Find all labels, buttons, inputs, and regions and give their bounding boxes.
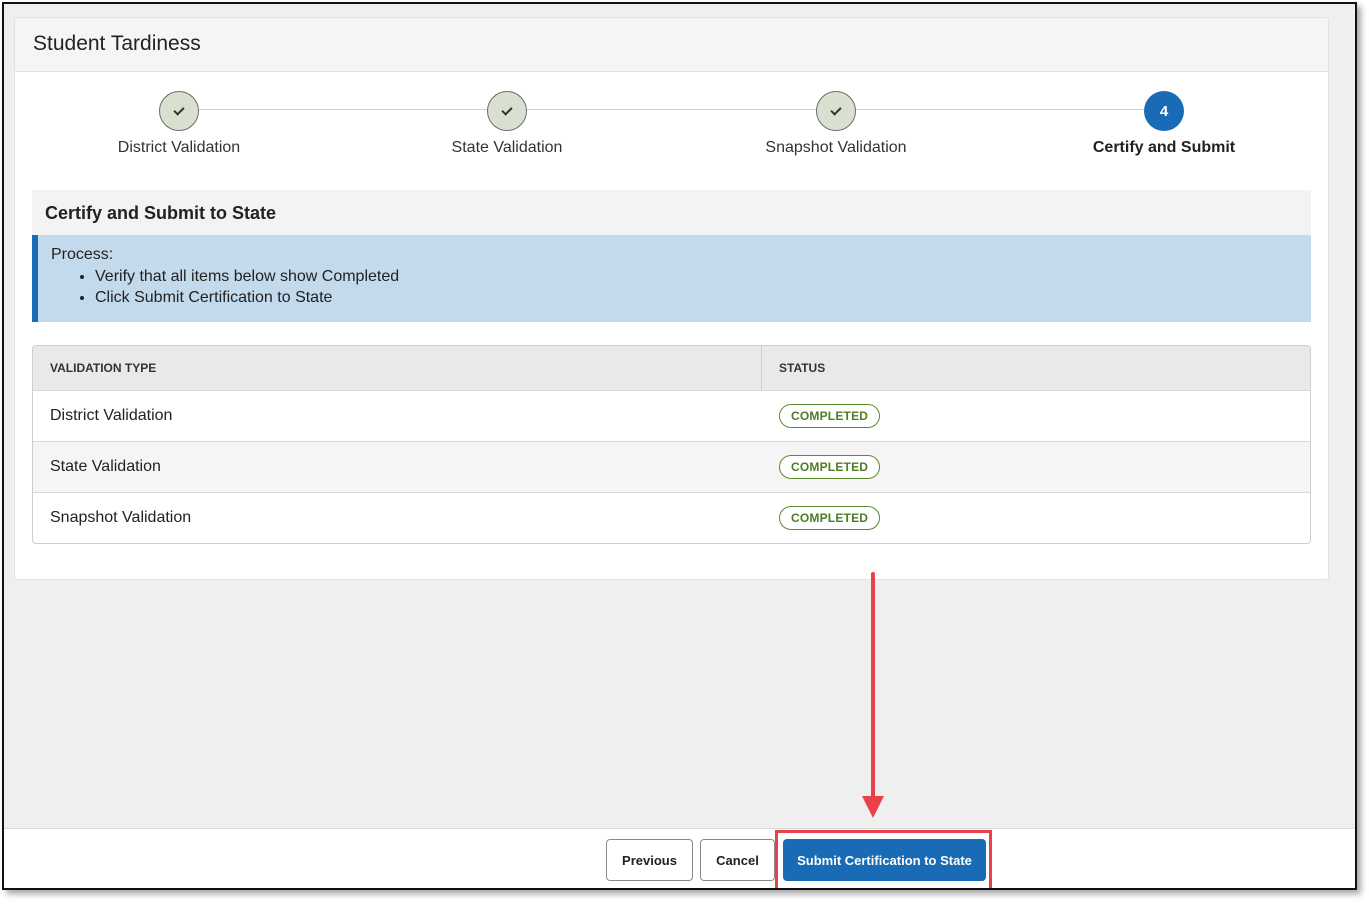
process-list: Verify that all items below show Complet… — [95, 268, 1298, 307]
step-complete-check-icon — [816, 91, 856, 131]
table-header-row: VALIDATION TYPE STATUS — [33, 346, 1310, 390]
app-window: Student Tardiness District Validation St… — [2, 2, 1357, 890]
step-certify-and-submit[interactable]: 4 Certify and Submit — [1034, 91, 1294, 157]
step-number-badge: 4 — [1144, 91, 1184, 131]
previous-button[interactable]: Previous — [606, 839, 693, 881]
step-snapshot-validation[interactable]: Snapshot Validation — [706, 91, 966, 157]
process-item: Verify that all items below show Complet… — [95, 268, 1298, 286]
step-district-validation[interactable]: District Validation — [49, 91, 309, 157]
status-badge: COMPLETED — [779, 455, 881, 479]
stepper-connector — [179, 109, 1164, 110]
column-header-validation-type[interactable]: VALIDATION TYPE — [33, 346, 762, 390]
step-label: Snapshot Validation — [765, 139, 907, 156]
wizard-card: Student Tardiness District Validation St… — [14, 17, 1329, 580]
section-title: Certify and Submit to State — [32, 190, 1311, 235]
cancel-button[interactable]: Cancel — [700, 839, 775, 881]
process-item: Click Submit Certification to State — [95, 289, 1298, 307]
step-label: State Validation — [451, 139, 563, 156]
page-title: Student Tardiness — [15, 18, 1328, 72]
step-complete-check-icon — [159, 91, 199, 131]
validation-type-cell: State Validation — [50, 458, 161, 475]
wizard-footer: Previous Cancel Submit Certification to … — [4, 828, 1355, 888]
wizard-stepper: District Validation State Validation Sna… — [15, 72, 1328, 190]
submit-certification-button[interactable]: Submit Certification to State — [783, 839, 986, 881]
validation-table: VALIDATION TYPE STATUS District Validati… — [32, 345, 1311, 544]
process-heading: Process: — [51, 246, 114, 263]
step-complete-check-icon — [487, 91, 527, 131]
table-row: State Validation COMPLETED — [33, 441, 1310, 492]
step-label: District Validation — [117, 139, 241, 156]
status-badge: COMPLETED — [779, 404, 881, 428]
step-label: Certify and Submit — [1092, 139, 1236, 156]
status-badge: COMPLETED — [779, 506, 881, 530]
annotation-arrow — [871, 572, 875, 800]
step-state-validation[interactable]: State Validation — [377, 91, 637, 157]
validation-type-cell: District Validation — [50, 407, 173, 424]
certify-section: Certify and Submit to State Process: Ver… — [32, 190, 1311, 322]
table-row: Snapshot Validation COMPLETED — [33, 492, 1310, 543]
column-header-status[interactable]: STATUS — [762, 361, 825, 375]
validation-type-cell: Snapshot Validation — [50, 509, 192, 526]
process-info-box: Process: Verify that all items below sho… — [32, 235, 1311, 322]
table-row: District Validation COMPLETED — [33, 390, 1310, 441]
annotation-arrow-head — [862, 796, 884, 818]
